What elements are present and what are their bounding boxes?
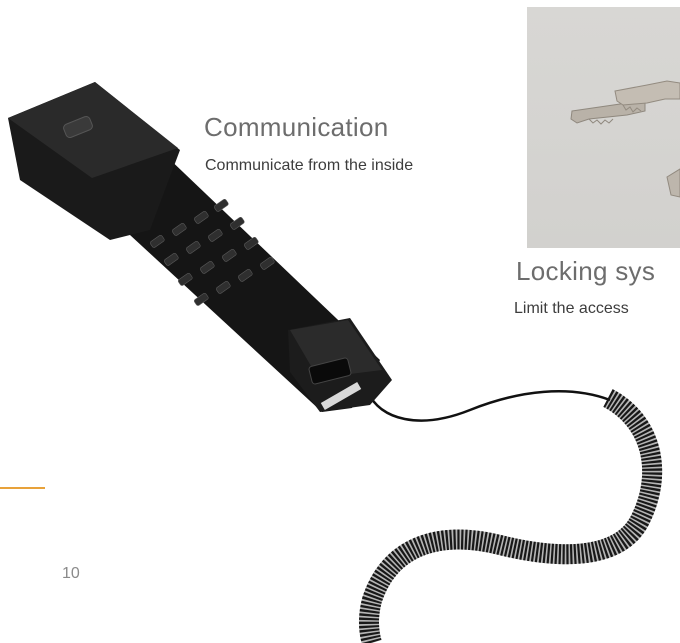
- feature-subtitle-communication: Communicate from the inside: [205, 157, 414, 174]
- page-number: 10: [62, 565, 80, 582]
- feature-title-locking: Locking sys: [516, 256, 656, 286]
- catalog-page: Communication Communicate from the insid…: [0, 0, 680, 643]
- keys-photo: [527, 7, 680, 248]
- feature-subtitle-locking: Limit the access: [514, 300, 629, 317]
- accent-rule: [0, 487, 45, 489]
- feature-title-communication: Communication: [204, 112, 389, 142]
- keys-icon: [570, 80, 680, 198]
